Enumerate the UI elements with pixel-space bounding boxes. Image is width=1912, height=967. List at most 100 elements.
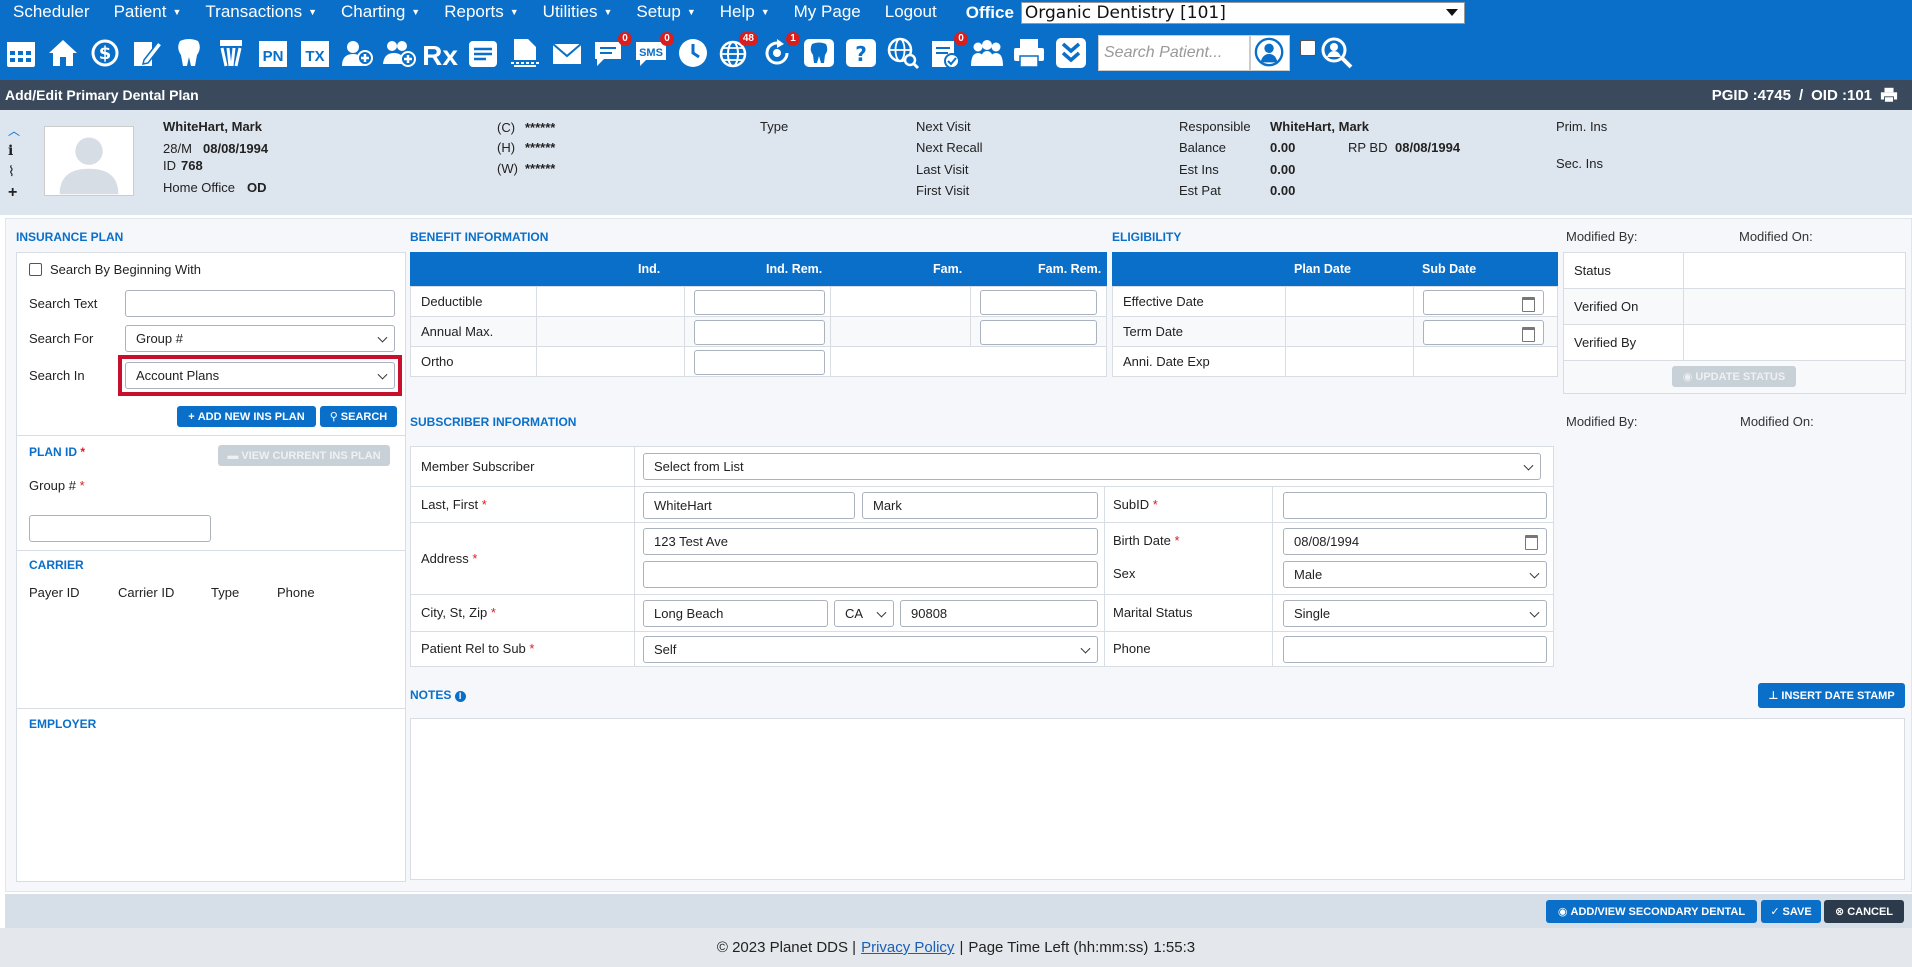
messages-icon[interactable]: 0 bbox=[590, 31, 632, 73]
web-search-icon[interactable] bbox=[884, 33, 922, 73]
address-line2-input[interactable] bbox=[643, 561, 1098, 588]
benefit-col-ind: Ind. bbox=[638, 262, 661, 276]
search-label: Search bbox=[340, 410, 388, 423]
annual-max-fam-rem-input[interactable] bbox=[980, 320, 1097, 345]
patient-search-button[interactable] bbox=[1250, 34, 1290, 71]
menu-charting[interactable]: Charting ▼ bbox=[328, 0, 431, 25]
phone-cell-label: (C) bbox=[497, 120, 516, 135]
treatment-plan-icon[interactable]: TX bbox=[296, 33, 334, 73]
tooth-chart-icon[interactable] bbox=[170, 33, 208, 73]
notes-textarea[interactable] bbox=[410, 718, 1905, 880]
search-option-checkbox[interactable] bbox=[1300, 39, 1316, 56]
print-icon[interactable] bbox=[1880, 86, 1898, 104]
menu-scheduler[interactable]: Scheduler bbox=[0, 0, 101, 25]
office-select[interactable]: Organic Dentistry [101] bbox=[1020, 1, 1465, 24]
patient-rel-label: Patient Rel to Sub * bbox=[421, 641, 534, 656]
calendar-icon[interactable] bbox=[2, 33, 40, 73]
svg-text:TX: TX bbox=[305, 48, 324, 65]
menu-reports[interactable]: Reports ▼ bbox=[431, 0, 529, 25]
search-beginning-checkbox[interactable] bbox=[29, 263, 42, 276]
table-row: Term Date bbox=[1112, 316, 1558, 347]
add-new-label: Add New Ins Plan bbox=[197, 410, 305, 423]
type-label: Type bbox=[760, 119, 789, 134]
save-button[interactable]: ✓ Save bbox=[1761, 900, 1821, 923]
advanced-patient-search-icon[interactable] bbox=[1318, 33, 1356, 73]
marital-status-select[interactable]: Single bbox=[1283, 600, 1547, 627]
group-users-icon[interactable] bbox=[968, 33, 1006, 73]
printer-icon[interactable] bbox=[1010, 33, 1048, 73]
patient-id-label: ID bbox=[163, 158, 176, 173]
prescription-icon[interactable]: Rx bbox=[422, 33, 460, 73]
recall-refresh-icon[interactable]: 1 bbox=[758, 31, 800, 73]
collapse-up-icon[interactable]: ︿ bbox=[8, 122, 20, 139]
search-for-select[interactable]: Group # bbox=[125, 325, 395, 352]
patient-rel-select[interactable]: Self bbox=[643, 636, 1098, 663]
birth-date-text: Birth Date bbox=[1113, 533, 1171, 548]
scan-document-icon[interactable] bbox=[506, 33, 544, 73]
home-icon[interactable] bbox=[44, 33, 82, 73]
dental-icon[interactable] bbox=[800, 33, 838, 73]
add-family-icon[interactable] bbox=[380, 33, 418, 73]
cancel-button[interactable]: ⊗ Cancel bbox=[1824, 900, 1904, 923]
state-select[interactable]: CA bbox=[834, 600, 894, 627]
divider bbox=[411, 486, 1553, 487]
patient-name[interactable]: WhiteHart, Mark bbox=[163, 119, 262, 134]
mail-icon[interactable] bbox=[548, 33, 586, 73]
menu-help[interactable]: Help ▼ bbox=[707, 0, 781, 25]
city-input[interactable]: Long Beach bbox=[643, 600, 828, 627]
term-date-sub-input[interactable] bbox=[1423, 320, 1544, 345]
plus-icon[interactable]: + bbox=[8, 184, 20, 202]
table-cell bbox=[684, 316, 831, 347]
member-subscriber-select[interactable]: Select from List bbox=[643, 453, 1541, 480]
globe-icon[interactable]: 48 bbox=[716, 31, 758, 73]
annual-max-ind-rem-input[interactable] bbox=[694, 320, 825, 345]
view-current-ins-plan-button[interactable]: ▬ View Current Ins Plan bbox=[218, 445, 390, 466]
balance-label: Balance bbox=[1179, 140, 1226, 155]
insert-date-stamp-button[interactable]: ⊥ Insert Date Stamp bbox=[1758, 683, 1905, 708]
info-icon[interactable]: i bbox=[454, 691, 466, 702]
first-name-input[interactable]: Mark bbox=[862, 492, 1098, 519]
clock-icon[interactable] bbox=[674, 33, 712, 73]
collapse-down-icon[interactable] bbox=[1052, 33, 1090, 73]
menu-label: Utilities bbox=[542, 2, 598, 21]
rpbd-label: RP BD bbox=[1348, 140, 1388, 155]
add-new-ins-plan-button[interactable]: + Add New Ins Plan bbox=[177, 406, 316, 427]
deductible-fam-rem-input[interactable] bbox=[980, 290, 1097, 315]
edit-notes-icon[interactable] bbox=[128, 33, 166, 73]
menu-transactions[interactable]: Transactions ▼ bbox=[192, 0, 328, 25]
patient-search-input[interactable]: Search Patient... bbox=[1098, 34, 1250, 71]
menu-utilities[interactable]: Utilities ▼ bbox=[530, 0, 624, 25]
menu-setup[interactable]: Setup ▼ bbox=[623, 0, 706, 25]
effective-date-sub-input[interactable] bbox=[1423, 290, 1544, 315]
info-icon[interactable]: i bbox=[8, 143, 20, 159]
clipboard-check-icon[interactable]: 0 bbox=[926, 31, 968, 73]
perio-tooth-icon[interactable] bbox=[212, 33, 250, 73]
menu-logout[interactable]: Logout bbox=[872, 0, 948, 25]
document-lines-icon[interactable] bbox=[464, 33, 502, 73]
subid-input[interactable] bbox=[1283, 492, 1547, 519]
search-button[interactable]: ⚲ Search bbox=[320, 406, 397, 427]
add-view-secondary-dental-button[interactable]: ◉ Add/View Secondary Dental bbox=[1546, 900, 1757, 923]
deductible-ind-rem-input[interactable] bbox=[694, 290, 825, 315]
menu-patient[interactable]: Patient ▼ bbox=[101, 0, 193, 25]
menu-my-page[interactable]: My Page bbox=[781, 0, 872, 25]
group-number-input[interactable] bbox=[29, 515, 211, 542]
dollar-transactions-icon[interactable]: $ bbox=[86, 33, 124, 73]
subscriber-phone-input[interactable] bbox=[1283, 636, 1547, 663]
add-patient-icon[interactable] bbox=[338, 33, 376, 73]
zip-input[interactable]: 90808 bbox=[900, 600, 1098, 627]
sex-select[interactable]: Male bbox=[1283, 561, 1547, 588]
search-text-input[interactable] bbox=[125, 290, 395, 317]
update-status-button[interactable]: ◉ Update Status bbox=[1672, 366, 1796, 387]
progress-notes-icon[interactable]: PN bbox=[254, 33, 292, 73]
marital-status-label: Marital Status bbox=[1113, 605, 1193, 620]
birth-date-input[interactable]: 08/08/1994 bbox=[1283, 528, 1547, 555]
privacy-policy-link[interactable]: Privacy Policy bbox=[861, 939, 954, 956]
paperclip-icon[interactable]: ⌇ bbox=[8, 163, 20, 180]
help-question-icon[interactable]: ? bbox=[842, 33, 880, 73]
last-name-input[interactable]: WhiteHart bbox=[643, 492, 855, 519]
address-line1-input[interactable]: 123 Test Ave bbox=[643, 528, 1098, 555]
insert-date-stamp-label: Insert Date Stamp bbox=[1781, 689, 1895, 702]
ortho-ind-rem-input[interactable] bbox=[694, 350, 825, 375]
sms-icon[interactable]: SMS 0 bbox=[632, 31, 674, 73]
